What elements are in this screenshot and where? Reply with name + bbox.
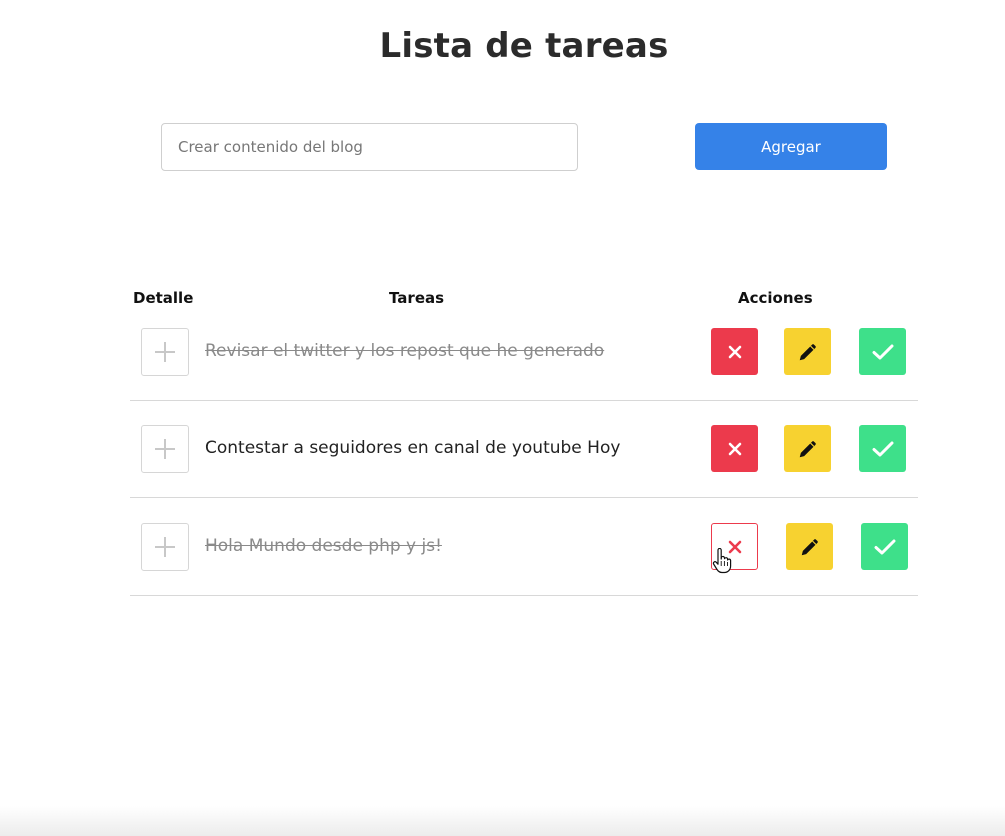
edit-button[interactable] [786,523,833,570]
complete-button[interactable] [861,523,908,570]
plus-icon[interactable] [141,523,189,571]
hand-cursor-icon [712,548,732,574]
close-icon [728,442,741,455]
complete-button[interactable] [859,328,906,375]
bottom-shadow [0,806,1005,836]
plus-icon[interactable] [141,328,189,376]
task-text: Contestar a seguidores en canal de youtu… [205,438,621,458]
task-row: Revisar el twitter y los repost que he g… [130,304,918,401]
add-button[interactable]: Agregar [695,123,887,170]
pencil-icon [799,343,816,360]
check-icon [874,539,895,554]
plus-icon[interactable] [141,425,189,473]
task-input[interactable] [161,123,578,171]
task-row: Contestar a seguidores en canal de youtu… [130,401,918,498]
close-icon [728,345,741,358]
task-row: Hola Mundo desde php y js! [130,499,918,596]
check-icon [872,344,893,359]
check-icon [872,441,893,456]
task-text: Revisar el twitter y los repost que he g… [205,341,605,361]
edit-button[interactable] [784,328,831,375]
complete-button[interactable] [859,425,906,472]
delete-button[interactable] [711,425,758,472]
page-title: Lista de tareas [379,26,669,66]
task-text: Hola Mundo desde php y js! [205,536,442,556]
pencil-icon [799,440,816,457]
edit-button[interactable] [784,425,831,472]
delete-button[interactable] [711,328,758,375]
pencil-icon [801,538,818,555]
